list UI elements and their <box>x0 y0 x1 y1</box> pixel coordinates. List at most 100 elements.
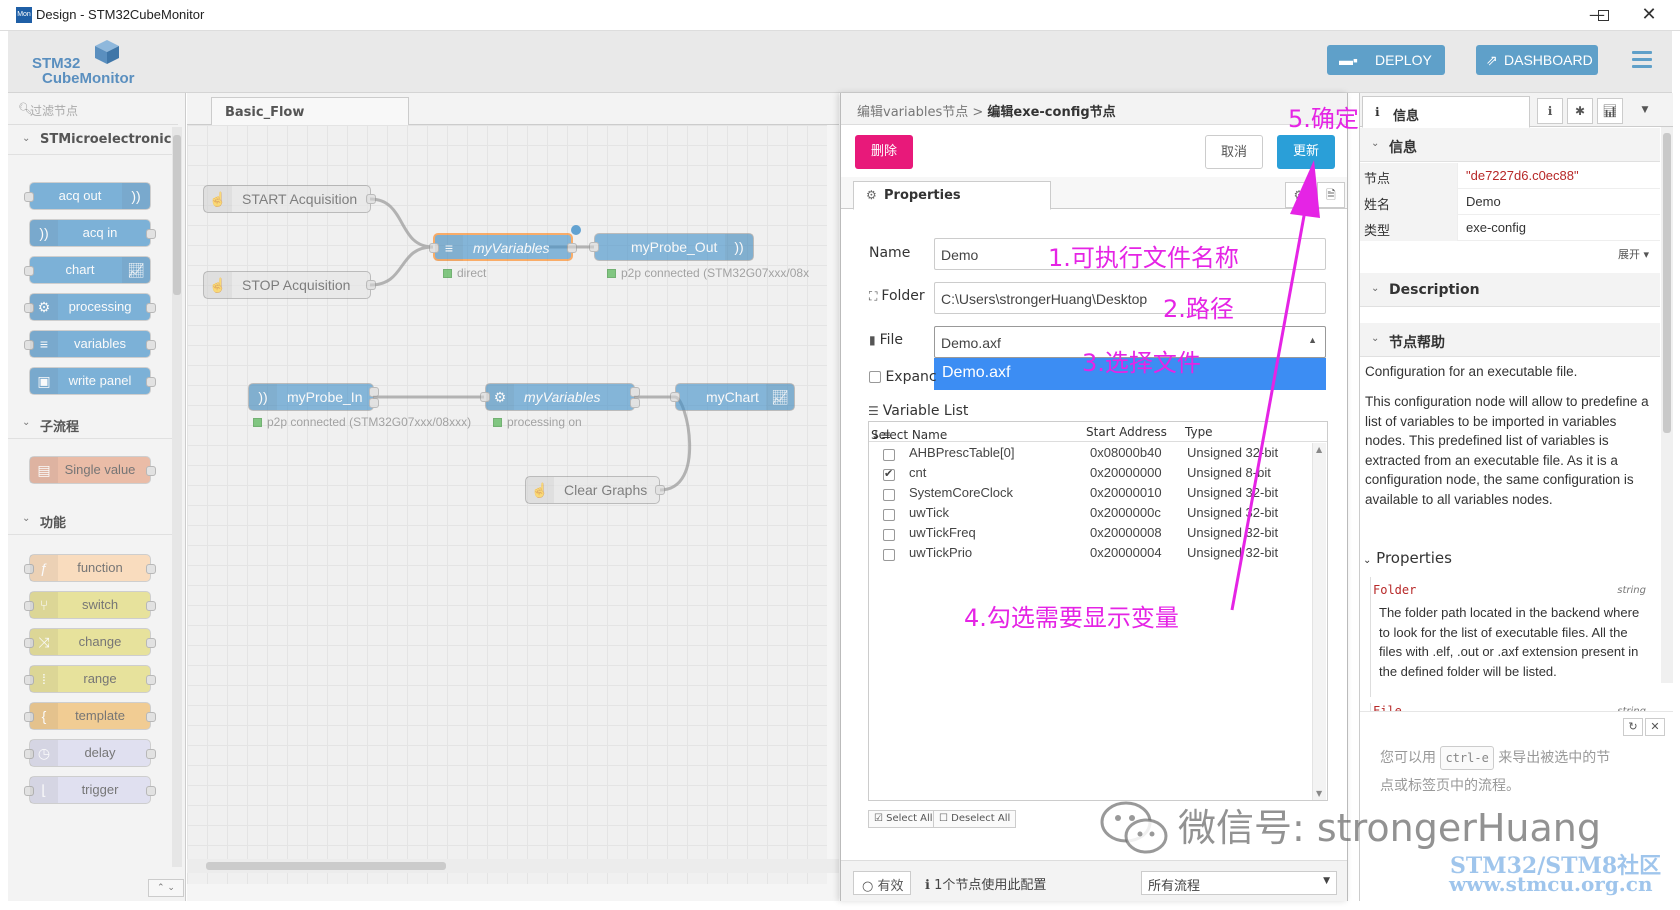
tab-label: Properties <box>884 188 961 203</box>
node-label: acq out <box>58 188 102 203</box>
tab-info[interactable]: ℹ 信息 <box>1362 96 1530 128</box>
tab-properties[interactable]: ⚙ Properties <box>853 181 1051 210</box>
status-text: processing on <box>507 415 582 429</box>
palette-node-write-panel[interactable]: ▣ write panel <box>29 367 156 395</box>
valid-toggle[interactable]: ○ 有效 <box>853 871 911 895</box>
tab-menu-caret-icon[interactable]: ▼ <box>1632 98 1658 124</box>
update-button[interactable]: 更新 <box>1277 135 1335 169</box>
palette-category-st[interactable]: ⌄ STMicroelectronics <box>8 125 179 155</box>
expand-checkbox[interactable] <box>869 371 881 383</box>
palette-node-trigger[interactable]: ⌊ trigger <box>24 776 156 804</box>
scroll-up-icon[interactable]: ▲ <box>1316 445 1322 454</box>
table-row[interactable]: cnt 0x20000000 Unsigned 8-bit <box>869 463 1309 483</box>
table-row[interactable]: AHBPrescTable[0] 0x08000b40 Unsigned 32-bi… <box>869 443 1309 463</box>
table-row[interactable]: SystemCoreClock 0x20000010 Unsigned 32-bit <box>869 483 1309 503</box>
node-label: Clear Graphs <box>564 482 648 498</box>
palette-node-template[interactable]: { template <box>24 702 156 730</box>
debug-bug-icon[interactable]: ✱ <box>1567 98 1593 124</box>
sidebar-scrollbar[interactable] <box>1661 127 1673 683</box>
palette-category-subflow[interactable]: ⌄ 子流程 <box>8 409 178 439</box>
table-row[interactable]: uwTick 0x2000000c Unsigned 32-bit <box>869 503 1309 523</box>
row-value[interactable]: "de7227d6.c0ec88" <box>1466 168 1579 183</box>
refresh-icon[interactable]: ↻ <box>1623 718 1643 736</box>
flow-node-myprobe-in[interactable]: )) myProbe_In <box>248 383 379 411</box>
palette-node-acq-in[interactable]: )) acq in <box>29 219 156 247</box>
palette-node-switch[interactable]: ⑂ switch <box>24 591 156 619</box>
dashboard-button[interactable]: ⇗ DASHBOARD <box>1476 45 1598 75</box>
cube-logo-icon <box>95 40 119 64</box>
palette-node-single-value[interactable]: ▤ Single value <box>29 456 156 484</box>
section-info[interactable]: ⌄ 信息 <box>1360 128 1660 162</box>
input-port <box>589 242 599 252</box>
variable-list-header: Select Name ↓≡ Start Address Type <box>869 422 1327 442</box>
subflow-icon: ▤ <box>30 457 58 483</box>
delete-button[interactable]: 删除 <box>855 135 913 169</box>
col-type[interactable]: Type <box>1185 425 1213 439</box>
variable-list-label: ☰ Variable List <box>868 403 968 419</box>
breadcrumb: 编辑variables节点 > 编辑exe-config节点 <box>841 93 1347 125</box>
tip-text: 您可以用 ctrl-e 来导出被选中的节 点或标签页中的流程。 <box>1380 744 1650 800</box>
deploy-button[interactable]: ▬▪ DEPLOY <box>1327 45 1445 75</box>
close-window-button[interactable]: ✕ <box>1626 0 1672 30</box>
flow-node-start-acquisition[interactable]: ☝ START Acquisition <box>203 185 376 213</box>
node-label: switch <box>81 597 119 612</box>
flow-node-stop-acquisition[interactable]: ☝ STOP Acquisition <box>203 271 376 299</box>
palette-node-processing[interactable]: ⚙ processing <box>24 293 156 321</box>
variable-list-scrollbar[interactable]: ▲ ▼ <box>1312 443 1326 800</box>
tip-line2: 点或标签页中的流程。 <box>1380 778 1520 794</box>
workspace-hscrollbar[interactable] <box>187 859 839 873</box>
palette-node-change[interactable]: ⤨ change <box>24 628 156 656</box>
chevron-down-icon: ⌄ <box>1363 555 1372 566</box>
deploy-icon: ▬▪ <box>1339 52 1358 68</box>
flow-node-myprobe-out[interactable]: myProbe_Out )) <box>589 233 754 261</box>
breadcrumb-parent[interactable]: 编辑variables节点 > <box>857 105 983 120</box>
description-tab-icon[interactable]: 🗎︎ <box>1317 182 1345 208</box>
flow-node-mychart[interactable]: myChart 📈︎ <box>670 383 795 411</box>
close-icon[interactable]: ✕ <box>1645 718 1665 736</box>
properties-heading: ⌄ Properties <box>1363 549 1452 567</box>
flow-node-clear-graphs[interactable]: ☝ Clear Graphs <box>525 476 665 504</box>
col-start-address[interactable]: Start Address <box>1086 425 1167 439</box>
palette-node-acq-out[interactable]: acq out )) <box>24 182 151 210</box>
annotation-2: 2.路径 <box>1163 295 1234 323</box>
variable-name: uwTickPrio <box>909 545 973 560</box>
flow-node-myvariables-processing[interactable]: ⚙ myVariables <box>480 383 640 411</box>
info-tab-button[interactable]: ℹ <box>1537 98 1563 124</box>
section-node-help[interactable]: ⌄ 节点帮助 <box>1360 323 1660 357</box>
palette-scrollbar[interactable] <box>172 127 182 867</box>
scroll-thumb[interactable] <box>206 862 446 870</box>
table-row[interactable]: uwTickFreq 0x20000008 Unsigned 32-bit <box>869 523 1309 543</box>
scope-select[interactable]: 所有流程 ▼ <box>1141 871 1337 895</box>
scroll-thumb[interactable] <box>1663 133 1671 433</box>
table-row[interactable]: uwTickPrio 0x20000004 Unsigned 32-bit <box>869 543 1309 563</box>
filter-placeholder: 过滤节点 <box>30 104 79 118</box>
deselect-all-label: Deselect All <box>951 813 1011 824</box>
folder-input[interactable]: C:\Users\strongerHuang\Desktop <box>934 282 1326 314</box>
palette-category-function[interactable]: ⌄ 功能 <box>8 505 178 535</box>
deselect-all-button[interactable]: ☐ Deselect All <box>933 810 1017 828</box>
flow-node-myvariables[interactable]: ≡ myVariables <box>429 233 577 261</box>
palette-collapse-buttons[interactable]: ⌃ ⌄ <box>148 879 184 897</box>
maximize-button[interactable] <box>1580 0 1626 30</box>
palette-node-variables[interactable]: ≡ variables <box>24 330 156 358</box>
section-description[interactable]: ⌄ Description <box>1360 273 1660 307</box>
info-row-type: 类型 exe-config <box>1360 215 1660 241</box>
wechat-logo-icon <box>1100 801 1168 854</box>
expand-link[interactable]: 展开 ▾ <box>1618 246 1649 262</box>
hamburger-menu-icon[interactable] <box>1632 51 1652 69</box>
function-icon: ƒ <box>30 555 58 581</box>
tab-basic-flow[interactable]: Basic_Flow <box>211 97 409 125</box>
node-label: chart <box>65 262 95 277</box>
cancel-button[interactable]: 取消 <box>1205 135 1263 169</box>
palette-node-function[interactable]: ƒ function <box>24 554 156 582</box>
settings-tab-icon[interactable]: ⚙ <box>1285 182 1313 208</box>
palette-filter-input[interactable]: 🔍︎ 过滤节点 <box>8 93 178 125</box>
palette-node-range[interactable]: ⁞ range <box>24 665 156 693</box>
dashboard-chart-icon[interactable]: 📊︎ <box>1597 98 1623 124</box>
palette-node-delay[interactable]: ◷ delay <box>24 739 156 767</box>
palette-node-chart[interactable]: chart 📈︎ <box>24 256 151 284</box>
chevron-down-icon: ⌄ <box>22 133 31 144</box>
scroll-thumb[interactable] <box>173 135 181 295</box>
select-all-button[interactable]: ☑ Select All <box>868 810 939 828</box>
flow-canvas[interactable]: ☝ START Acquisition ☝ STOP Acquisition ≡… <box>187 125 827 884</box>
